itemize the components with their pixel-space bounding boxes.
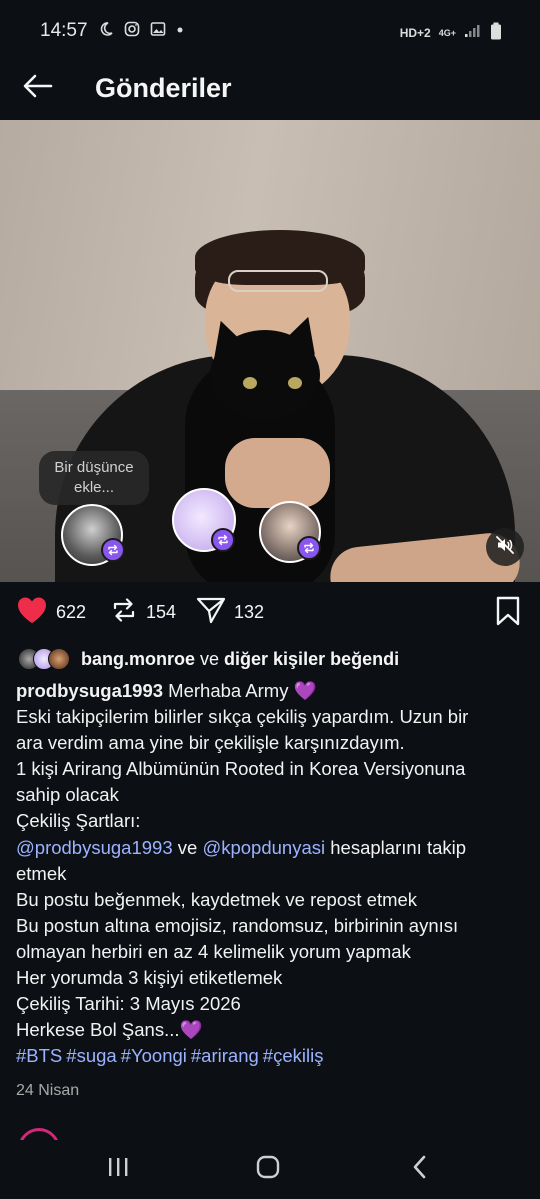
status-bar: 14:57 HD+2 4G+ xyxy=(0,0,540,62)
caption-mentions-line: @prodbysuga1993 ve @kpopdunyasi hesaplar… xyxy=(16,835,526,861)
share-count: 132 xyxy=(234,602,265,622)
arrow-left-icon xyxy=(23,74,53,103)
home-icon xyxy=(255,1154,281,1185)
caption-username[interactable]: prodbysuga1993 xyxy=(16,680,163,701)
liked-by-others[interactable]: diğer kişiler beğendi xyxy=(224,649,399,669)
caption-line: Bu postun altına emojisiz, randomsuz, bi… xyxy=(16,914,459,936)
caption-first-line: prodbysuga1993 Merhaba Army 💜 xyxy=(16,678,526,704)
back-button[interactable] xyxy=(18,68,58,108)
chevron-left-icon xyxy=(411,1155,429,1184)
status-right: HD+2 4G+ xyxy=(400,22,502,43)
caption-line: Eski takipçilerim bilirler sıkça çekiliş… xyxy=(16,706,469,728)
media-hand xyxy=(225,438,330,508)
post-actions: 622 154 132 xyxy=(0,592,540,636)
media-glasses xyxy=(228,270,328,292)
send-icon xyxy=(196,596,226,629)
caption-line: Herkese Bol Şans...💜 xyxy=(16,1019,203,1041)
repost-badge-icon xyxy=(297,536,321,560)
mention-connector: ve xyxy=(172,836,203,858)
liked-by[interactable]: bang.monroe ve diğer kişiler beğendi xyxy=(18,646,399,672)
share-button[interactable]: 132 xyxy=(196,596,264,629)
caption-text: Merhaba Army 💜 xyxy=(168,680,317,701)
add-thought-bubble[interactable]: Bir düşünce ekle... xyxy=(39,451,149,505)
repost-badge-icon xyxy=(211,528,235,552)
bookmark-icon xyxy=(494,596,522,631)
header: Gönderiler xyxy=(0,58,540,118)
caption-line: olmayan herbiri en az 4 kelimelik yorum … xyxy=(16,940,411,962)
repost-icon xyxy=(110,596,138,629)
status-time: 14:57 xyxy=(40,20,88,41)
caption-line: ara verdim ama yine bir çekilişle karşın… xyxy=(16,732,405,754)
mention-link[interactable]: @prodbysuga1993 xyxy=(16,837,173,858)
save-button[interactable] xyxy=(494,596,522,631)
caption-line: Bu postu beğenmek, kaydetmek ve repost e… xyxy=(16,888,418,910)
liked-by-user[interactable]: bang.monroe xyxy=(81,649,195,669)
moon-icon xyxy=(98,21,114,42)
mention-suffix: hesaplarını takip xyxy=(325,836,467,858)
heart-filled-icon xyxy=(16,596,48,629)
liked-by-text: bang.monroe ve diğer kişiler beğendi xyxy=(81,649,399,670)
caption-line: Her yorumda 3 kişiyi etiketlemek xyxy=(16,967,283,989)
hashtag-link[interactable]: #Yoongi xyxy=(121,1045,187,1066)
dot-icon xyxy=(176,21,184,42)
hashtags: #BTS #suga #Yoongi #arirang #çekiliş xyxy=(16,1043,526,1069)
like-count: 622 xyxy=(56,602,87,622)
hashtag-link[interactable]: #arirang xyxy=(191,1045,259,1066)
avatar xyxy=(48,648,70,670)
back-nav-button[interactable] xyxy=(400,1154,440,1184)
recent-apps-icon xyxy=(106,1156,130,1183)
repost-button[interactable]: 154 xyxy=(110,596,176,629)
signal-icon xyxy=(464,24,482,41)
caption-line: Çekiliş Şartları: xyxy=(16,810,141,832)
post-caption: prodbysuga1993 Merhaba Army 💜 Eski takip… xyxy=(16,678,526,1069)
caption-line: 1 kişi Arirang Albümünün Rooted in Korea… xyxy=(16,758,466,780)
speaker-muted-icon xyxy=(495,535,515,560)
hashtag-link[interactable]: #BTS xyxy=(16,1045,62,1066)
network-label: HD+2 xyxy=(399,25,431,40)
caption-line: etmek xyxy=(16,862,67,884)
system-nav-bar xyxy=(0,1140,540,1199)
like-button[interactable]: 622 xyxy=(16,596,86,629)
recent-apps-button[interactable] xyxy=(98,1154,138,1184)
liked-by-connector: ve xyxy=(195,648,225,669)
cat-eye xyxy=(243,377,257,389)
gallery-icon xyxy=(150,21,166,42)
page-title: Gönderiler xyxy=(95,73,232,103)
hashtag-link[interactable]: #suga xyxy=(66,1045,116,1066)
post-date: 24 Nisan xyxy=(16,1082,80,1099)
repost-badge-icon xyxy=(101,538,125,562)
repost-count: 154 xyxy=(146,602,177,622)
caption-line: sahip olacak xyxy=(16,784,119,806)
caption-line: Çekiliş Tarihi: 3 Mayıs 2026 xyxy=(16,993,241,1015)
cat-eye xyxy=(288,377,302,389)
cat-head xyxy=(210,330,320,420)
hashtag-link[interactable]: #çekiliş xyxy=(263,1045,324,1066)
status-icons xyxy=(98,21,184,42)
battery-icon xyxy=(490,22,502,43)
mute-button[interactable] xyxy=(486,528,524,566)
instagram-icon xyxy=(124,21,140,42)
home-button[interactable] xyxy=(248,1154,288,1184)
signal-type: 4G+ xyxy=(438,27,456,38)
mention-link[interactable]: @kpopdunyasi xyxy=(202,837,325,858)
